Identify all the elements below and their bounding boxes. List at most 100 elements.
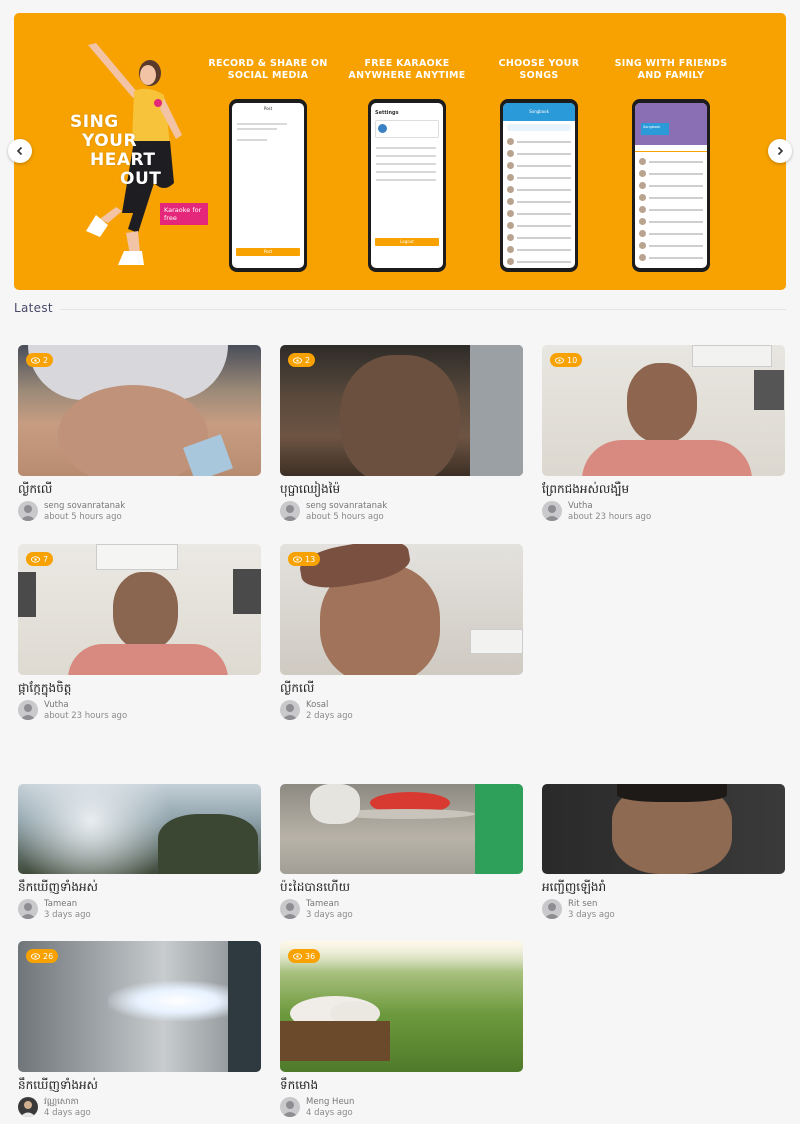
- feature-record-share: RECORD & SHARE ON SOCIAL MEDIA: [208, 58, 328, 96]
- feature-sing-with-friends: SING WITH FRIENDS AND FAMILY: [611, 58, 731, 96]
- avatar[interactable]: [18, 700, 38, 720]
- video-thumbnail[interactable]: 13: [280, 544, 523, 675]
- user-icon: [282, 505, 298, 521]
- video-title[interactable]: បុប្ផាឈៀងម៉ៃ: [280, 480, 523, 498]
- video-thumbnail[interactable]: [542, 784, 785, 874]
- section-title: Latest: [14, 301, 53, 315]
- author-name[interactable]: វណ្ណសោភា: [44, 1097, 91, 1108]
- eye-icon: [555, 356, 564, 364]
- avatar[interactable]: [280, 1097, 300, 1117]
- video-thumbnail[interactable]: [280, 784, 523, 874]
- video-card[interactable]: 2 ល្ងីកលើ seng sovanratanak about 5 hour…: [18, 345, 261, 523]
- author-name[interactable]: Tamean: [306, 899, 353, 910]
- hero-line: OUT: [120, 169, 162, 189]
- feature-title: RECORD & SHARE ON SOCIAL MEDIA: [208, 58, 328, 81]
- view-count-badge: 10: [550, 353, 583, 367]
- video-title[interactable]: ព្រែកជងអស់លង្បឺម: [542, 480, 785, 498]
- user-icon: [282, 1101, 298, 1117]
- posted-time: 2 days ago: [306, 711, 353, 721]
- promo-banner[interactable]: SING YOUR HEART OUT Karaoke for free REC…: [14, 13, 786, 290]
- video-card[interactable]: ប៉ះដៃបានហើយ Tamean 3 days ago: [280, 784, 523, 921]
- video-title[interactable]: ល្ងីកលើ: [18, 480, 261, 498]
- feature-choose-songs: CHOOSE YOUR SONGS: [479, 58, 599, 96]
- screen-title: Songbook: [503, 103, 575, 121]
- hero-line: HEART: [90, 150, 156, 170]
- user-icon: [282, 704, 298, 720]
- author-name[interactable]: Vutha: [568, 501, 651, 512]
- author-name[interactable]: Vutha: [44, 700, 127, 711]
- avatar[interactable]: [280, 501, 300, 521]
- screen-title: Songbook: [641, 123, 669, 135]
- avatar[interactable]: [280, 899, 300, 919]
- view-count: 2: [305, 355, 311, 365]
- view-count: 13: [305, 554, 316, 564]
- video-thumbnail[interactable]: 36: [280, 941, 523, 1072]
- video-title[interactable]: ល្ងីកលើ: [280, 679, 523, 697]
- avatar[interactable]: [18, 501, 38, 521]
- video-card[interactable]: 7 ផ្កាកែ្កក្នុងចិត្ត Vutha about 23 hour…: [18, 544, 261, 722]
- video-thumbnail[interactable]: 26: [18, 941, 261, 1072]
- author-row: Tamean 3 days ago: [280, 899, 523, 921]
- author-name[interactable]: Meng Heun: [306, 1097, 354, 1108]
- author-row: Vutha about 23 hours ago: [18, 700, 261, 722]
- video-card[interactable]: 13 ល្ងីកលើ Kosal 2 days ago: [280, 544, 523, 722]
- carousel-prev-button[interactable]: [8, 139, 32, 163]
- video-card[interactable]: អញ្ជើញឡើងរាំ Rit sen 3 days ago: [542, 784, 785, 921]
- video-thumbnail[interactable]: 7: [18, 544, 261, 675]
- feature-title: SING WITH FRIENDS AND FAMILY: [614, 58, 728, 81]
- view-count-badge: 2: [288, 353, 316, 367]
- avatar[interactable]: [542, 899, 562, 919]
- hero-line: SING: [70, 112, 119, 132]
- view-count: 26: [43, 951, 54, 961]
- video-thumbnail[interactable]: [18, 784, 261, 874]
- video-card[interactable]: 36 ទឹកមោង Meng Heun 4 days ago: [280, 941, 523, 1119]
- phone-mockup: Songbook: [500, 99, 578, 272]
- author-row: Kosal 2 days ago: [280, 700, 523, 722]
- feature-title: CHOOSE YOUR SONGS: [498, 58, 580, 81]
- posted-time: about 23 hours ago: [568, 512, 652, 522]
- author-row: seng sovanratanak about 5 hours ago: [280, 501, 523, 523]
- author-row: Tamean 3 days ago: [18, 899, 261, 921]
- video-title[interactable]: អញ្ជើញឡើងរាំ: [542, 878, 785, 896]
- video-title[interactable]: ផ្កាកែ្កក្នុងចិត្ត: [18, 679, 261, 697]
- author-name[interactable]: seng sovanratanak: [306, 501, 387, 512]
- feature-title: FREE KARAOKE ANYWHERE ANYTIME: [348, 58, 466, 81]
- phone-mockup: Post Post: [229, 99, 307, 272]
- section-divider: [60, 309, 786, 310]
- author-name[interactable]: Tamean: [44, 899, 91, 910]
- author-name[interactable]: seng sovanratanak: [44, 501, 125, 512]
- video-title[interactable]: នឹកឃើញទាំងអស់: [18, 878, 261, 896]
- eye-icon: [293, 555, 302, 563]
- carousel-next-button[interactable]: [768, 139, 792, 163]
- screen-button: Logout: [375, 238, 439, 246]
- view-count: 10: [567, 355, 578, 365]
- chevron-right-icon: [777, 146, 784, 156]
- view-count-badge: 26: [26, 949, 59, 963]
- posted-time: 3 days ago: [568, 910, 615, 920]
- view-count: 2: [43, 355, 49, 365]
- user-icon: [20, 505, 36, 521]
- view-count: 7: [43, 554, 49, 564]
- avatar[interactable]: [280, 700, 300, 720]
- view-count-badge: 7: [26, 552, 54, 566]
- author-name[interactable]: Rit sen: [568, 899, 615, 910]
- video-title[interactable]: ប៉ះដៃបានហើយ: [280, 878, 523, 896]
- avatar[interactable]: [18, 1097, 38, 1117]
- posted-time: 4 days ago: [44, 1108, 91, 1118]
- video-card[interactable]: 10 ព្រែកជងអស់លង្បឺម Vutha about 23 hours…: [542, 345, 785, 523]
- video-card[interactable]: នឹកឃើញទាំងអស់ Tamean 3 days ago: [18, 784, 261, 921]
- video-card[interactable]: 2 បុប្ផាឈៀងម៉ៃ seng sovanratanak about 5…: [280, 345, 523, 523]
- phone-mockup: Songbook: [632, 99, 710, 272]
- video-thumbnail[interactable]: 2: [18, 345, 261, 476]
- video-thumbnail[interactable]: 10: [542, 345, 785, 476]
- author-name[interactable]: Kosal: [306, 700, 353, 711]
- video-card[interactable]: 26 នឹកឃើញទាំងអស់ វណ្ណសោភា 4 days ago: [18, 941, 261, 1119]
- video-title[interactable]: ទឹកមោង: [280, 1076, 523, 1094]
- avatar[interactable]: [18, 899, 38, 919]
- avatar[interactable]: [542, 501, 562, 521]
- posted-time: about 23 hours ago: [44, 711, 128, 721]
- video-title[interactable]: នឹកឃើញទាំងអស់: [18, 1076, 261, 1094]
- view-count-badge: 2: [26, 353, 54, 367]
- video-thumbnail[interactable]: 2: [280, 345, 523, 476]
- view-count-badge: 36: [288, 949, 321, 963]
